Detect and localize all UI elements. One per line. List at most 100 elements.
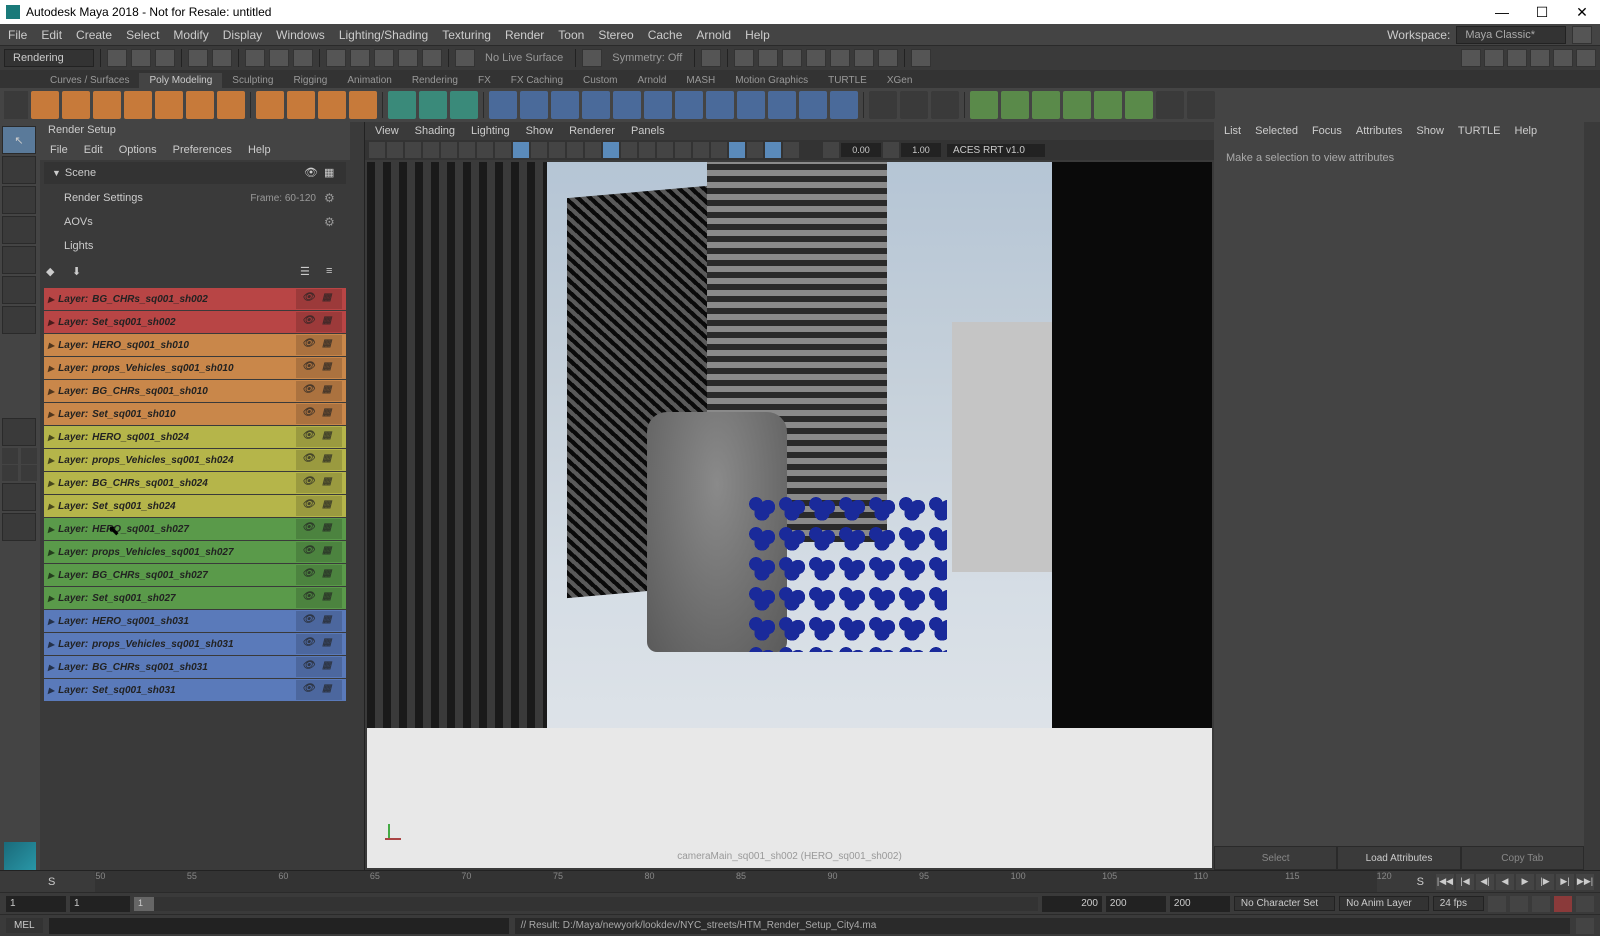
menu-file[interactable]: File bbox=[8, 28, 27, 42]
bool-inter-icon[interactable] bbox=[1032, 91, 1060, 119]
connect-icon[interactable] bbox=[931, 91, 959, 119]
attr-menu-turtle[interactable]: TURTLE bbox=[1458, 125, 1501, 137]
smooth-icon[interactable] bbox=[450, 91, 478, 119]
visibility-icon[interactable]: 👁 bbox=[302, 522, 316, 536]
workspace-lock-icon[interactable] bbox=[1572, 26, 1592, 44]
workspace-select[interactable]: Maya Classic* bbox=[1456, 26, 1566, 44]
rotate-tool[interactable] bbox=[2, 246, 36, 274]
select-tool[interactable]: ↖ bbox=[2, 126, 36, 154]
time-ruler[interactable]: 50556065707580859095100105110115120 bbox=[95, 871, 1376, 892]
vp-menu-lighting[interactable]: Lighting bbox=[471, 125, 510, 137]
range-handle[interactable]: 1 bbox=[134, 897, 154, 911]
visibility-icon[interactable]: 👁 bbox=[302, 292, 316, 306]
poly-torus-icon[interactable] bbox=[155, 91, 183, 119]
visibility-icon[interactable]: 👁 bbox=[302, 499, 316, 513]
anim-prefs-icon[interactable] bbox=[1532, 896, 1550, 912]
renderable-icon[interactable]: ▦ bbox=[324, 166, 338, 180]
paint-select-icon[interactable] bbox=[293, 49, 313, 67]
vp-wireframe-icon[interactable] bbox=[603, 142, 619, 158]
quadrangulate-icon[interactable] bbox=[644, 91, 672, 119]
anim-layer-select[interactable]: No Anim Layer bbox=[1339, 896, 1429, 911]
combine-icon[interactable] bbox=[388, 91, 416, 119]
construction-history-icon[interactable] bbox=[701, 49, 721, 67]
attribute-editor-icon[interactable] bbox=[1530, 49, 1550, 67]
renderable-icon[interactable]: ▦ bbox=[322, 522, 336, 536]
renderable-icon[interactable]: ▦ bbox=[322, 614, 336, 628]
renderable-icon[interactable]: ▦ bbox=[322, 545, 336, 559]
bridge-icon[interactable] bbox=[706, 91, 734, 119]
render-layer-item[interactable]: ▶Layer:HERO_sq001_sh010👁▦ bbox=[44, 334, 346, 356]
vp-ao-icon[interactable] bbox=[693, 142, 709, 158]
separate-icon[interactable] bbox=[419, 91, 447, 119]
render-settings-row[interactable]: Render Settings Frame: 60-120 ⚙ bbox=[44, 187, 346, 209]
range-end-outer[interactable] bbox=[1106, 896, 1166, 912]
render-settings-icon[interactable] bbox=[782, 49, 802, 67]
vp-field-chart-icon[interactable] bbox=[549, 142, 565, 158]
attr-select-button[interactable]: Select bbox=[1214, 846, 1337, 870]
shelf-tab-turtle[interactable]: TURTLE bbox=[818, 73, 877, 88]
hypershade-icon[interactable] bbox=[806, 49, 826, 67]
single-view-icon[interactable] bbox=[2, 418, 36, 446]
go-to-end-button[interactable]: ▶▶| bbox=[1576, 874, 1594, 890]
poly-cylinder-icon[interactable] bbox=[93, 91, 121, 119]
range-extra[interactable] bbox=[1170, 896, 1230, 912]
poly-cube-icon[interactable] bbox=[62, 91, 90, 119]
maximize-button[interactable]: ☐ bbox=[1530, 4, 1554, 20]
vp-shaded-icon[interactable] bbox=[621, 142, 637, 158]
attr-menu-list[interactable]: List bbox=[1224, 125, 1241, 137]
svg-icon[interactable] bbox=[349, 91, 377, 119]
snap-plane-icon[interactable] bbox=[398, 49, 418, 67]
visibility-icon[interactable]: 👁 bbox=[302, 407, 316, 421]
move-tool[interactable] bbox=[2, 216, 36, 244]
open-scene-icon[interactable] bbox=[131, 49, 151, 67]
menu-toon[interactable]: Toon bbox=[558, 28, 584, 42]
vp-xray-icon[interactable] bbox=[765, 142, 781, 158]
vp-grease-icon[interactable] bbox=[459, 142, 475, 158]
visibility-icon[interactable]: 👁 bbox=[302, 338, 316, 352]
prefs-icon[interactable] bbox=[1576, 896, 1594, 912]
vp-exposure-value[interactable]: 0.00 bbox=[841, 143, 881, 157]
select-mode-icon[interactable] bbox=[245, 49, 265, 67]
shelf-tab-custom[interactable]: Custom bbox=[573, 73, 627, 88]
render-layer-item[interactable]: ▶Layer:BG_CHRs_sq001_sh010👁▦ bbox=[44, 380, 346, 402]
snap-live-icon[interactable] bbox=[422, 49, 442, 67]
triangulate-icon[interactable] bbox=[613, 91, 641, 119]
range-start-inner[interactable] bbox=[70, 896, 130, 912]
rs-menu-help[interactable]: Help bbox=[248, 144, 271, 156]
close-button[interactable]: ✕ bbox=[1570, 4, 1594, 20]
scene-header[interactable]: ▼ Scene 👁 ▦ bbox=[44, 162, 346, 184]
menu-arnold[interactable]: Arnold bbox=[696, 28, 731, 42]
save-scene-icon[interactable] bbox=[155, 49, 175, 67]
playblast-icon[interactable] bbox=[878, 49, 898, 67]
menu-lighting-shading[interactable]: Lighting/Shading bbox=[339, 28, 428, 42]
collapse-icon[interactable] bbox=[830, 91, 858, 119]
shelf-tab-arnold[interactable]: Arnold bbox=[627, 73, 676, 88]
vp-bookmarks-icon[interactable] bbox=[405, 142, 421, 158]
gear-icon[interactable]: ⚙ bbox=[324, 191, 338, 205]
shelf-tab-motion[interactable]: Motion Graphics bbox=[725, 73, 818, 88]
shelf-tab-xgen[interactable]: XGen bbox=[877, 73, 923, 88]
render-layer-item[interactable]: ▶Layer:Set_sq001_sh002👁▦ bbox=[44, 311, 346, 333]
attr-menu-show[interactable]: Show bbox=[1416, 125, 1444, 137]
menu-set-select[interactable]: Rendering bbox=[4, 49, 94, 67]
hik-icon[interactable] bbox=[1507, 49, 1527, 67]
render-layer-item[interactable]: ▶Layer:HERO_sq001_sh024👁▦ bbox=[44, 426, 346, 448]
outliner-toggle-icon[interactable] bbox=[2, 513, 36, 541]
renderable-icon[interactable]: ▦ bbox=[322, 660, 336, 674]
snap-grid-icon[interactable] bbox=[326, 49, 346, 67]
shelf-tab-fxcaching[interactable]: FX Caching bbox=[501, 73, 573, 88]
rs-menu-edit[interactable]: Edit bbox=[84, 144, 103, 156]
render-layer-item[interactable]: ▶Layer:Set_sq001_sh024👁▦ bbox=[44, 495, 346, 517]
render-frame-icon[interactable] bbox=[734, 49, 754, 67]
renderable-icon[interactable]: ▦ bbox=[322, 591, 336, 605]
render-layer-item[interactable]: ▶Layer:HERO_sq001_sh027👁▦ bbox=[44, 518, 346, 540]
rs-menu-options[interactable]: Options bbox=[119, 144, 157, 156]
shelf-toggle[interactable] bbox=[4, 91, 28, 119]
detach-icon[interactable] bbox=[1187, 91, 1215, 119]
renderable-icon[interactable]: ▦ bbox=[322, 637, 336, 651]
vp-lights-icon[interactable] bbox=[657, 142, 673, 158]
render-layer-item[interactable]: ▶Layer:HERO_sq001_sh031👁▦ bbox=[44, 610, 346, 632]
vp-xray-joints-icon[interactable] bbox=[783, 142, 799, 158]
render-layer-item[interactable]: ▶Layer:BG_CHRs_sq001_sh031👁▦ bbox=[44, 656, 346, 678]
range-end-inner[interactable] bbox=[1042, 896, 1102, 912]
